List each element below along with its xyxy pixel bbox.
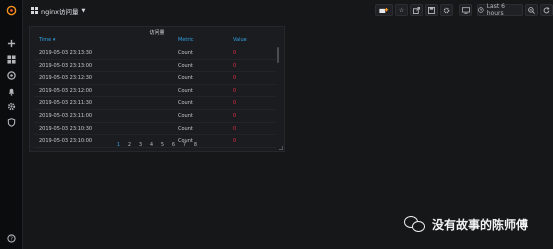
table-panel: 访问量 Time ▾ Metric Value 2019-05-03 23:13… [29,26,285,152]
page-link-3[interactable]: 3 [135,142,146,150]
cell-metric: Count [178,50,193,56]
cell-value: 0 [233,100,237,107]
cell-metric: Count [178,75,193,82]
table-scrollbar[interactable] [277,47,279,63]
cell-value: 0 [233,75,237,82]
table-body: 2019-05-03 23:13:30 Count 0 2019-05-03 23:… [34,47,276,148]
table-row: 2019-05-03 23:12:00 Count 0 [34,85,276,98]
dashboard-picker[interactable]: nginx访问量 ▼ [31,4,85,17]
share-button[interactable] [410,4,423,16]
table-row: 2019-05-03 23:13:00 Count 0 [34,60,276,73]
grafana-logo-icon[interactable] [5,4,17,16]
zoom-out-button[interactable] [525,4,538,16]
dashboard-grid-icon [31,7,38,14]
column-header-time[interactable]: Time ▾ [39,37,55,43]
server-admin-shield-icon[interactable] [5,116,17,128]
page-link-1[interactable]: 1 [113,142,124,150]
tv-mode-button[interactable] [459,4,472,16]
zoom-out-icon [528,6,535,14]
table-pagination: 1 2 3 4 5 6 7 8 [30,142,284,150]
table-row: 2019-05-03 23:10:30 Count 0 [34,123,276,136]
table-row: 2019-05-03 23:12:30 Count 0 [34,72,276,85]
refresh-button[interactable] [540,4,553,16]
table-row: 2019-05-03 23:11:30 Count 0 [34,97,276,110]
page-link-6[interactable]: 6 [168,142,179,150]
clock-icon [478,7,484,13]
tv-mode-icon [461,6,470,14]
column-header-value[interactable]: Value [233,37,247,43]
cell-time: 2019-05-03 23:11:30 [39,100,93,107]
panel-title[interactable]: 访问量 [30,29,284,36]
dashboards-grid-icon[interactable] [5,53,17,65]
wechat-logo-icon [404,216,426,232]
cell-metric: Count [178,100,193,107]
page-link-2[interactable]: 2 [124,142,135,150]
table-row: 2019-05-03 23:13:30 Count 0 [34,47,276,60]
watermark: 没有故事的陈师傅 [404,216,528,232]
table-row: 2019-05-03 23:11:00 Count 0 [34,110,276,123]
svg-text:?: ? [10,236,13,242]
cell-time: 2019-05-03 23:12:30 [39,75,93,82]
cell-time: 2019-05-03 23:13:00 [39,62,93,69]
column-header-metric[interactable]: Metric [178,37,194,43]
add-panel-button[interactable] [375,4,393,16]
help-icon[interactable]: ? [5,232,17,244]
table-header: Time ▾ Metric Value [30,37,284,45]
cell-metric: Count [178,125,193,132]
save-icon [428,6,435,14]
cell-value: 0 [233,125,237,132]
panel-resize-handle[interactable] [279,146,283,150]
watermark-text: 没有故事的陈师傅 [432,217,529,232]
cell-time: 2019-05-03 23:10:30 [39,125,93,132]
cell-time: 2019-05-03 23:11:00 [39,112,93,119]
cell-metric: Count [178,87,193,94]
cell-value: 0 [233,62,237,69]
cell-value: 0 [233,112,237,119]
cell-time: 2019-05-03 23:12:00 [39,87,93,94]
save-button[interactable] [425,4,438,16]
cell-value: 0 [233,50,237,56]
page-link-8[interactable]: 8 [190,142,201,150]
configuration-gear-icon[interactable] [5,100,17,112]
share-icon [413,6,420,14]
plus-icon[interactable] [5,37,17,49]
dashboard-settings-button[interactable] [440,4,453,16]
side-menu: ? [0,0,23,249]
add-panel-icon [379,7,389,13]
alerting-bell-icon[interactable] [5,85,17,97]
time-range-label: Last 6 hours [486,3,505,17]
page-link-7[interactable]: 7 [179,142,190,150]
settings-icon [443,7,450,13]
top-navbar: nginx访问量 ▼ ☆ Last 6 hours [22,0,553,22]
page-link-4[interactable]: 4 [146,142,157,150]
star-button[interactable]: ☆ [395,4,408,16]
chevron-down-icon: ▼ [81,7,86,14]
star-icon: ☆ [398,6,405,14]
cell-metric: Count [178,62,193,69]
page-link-5[interactable]: 5 [157,142,168,150]
cell-value: 0 [233,87,237,94]
explore-compass-icon[interactable] [5,69,17,81]
cell-metric: Count [178,112,193,119]
cell-time: 2019-05-03 23:13:30 [39,50,93,56]
time-picker-button[interactable]: Last 6 hours [477,3,523,17]
dashboard-title: nginx访问量 [41,7,79,16]
refresh-icon [543,6,550,13]
